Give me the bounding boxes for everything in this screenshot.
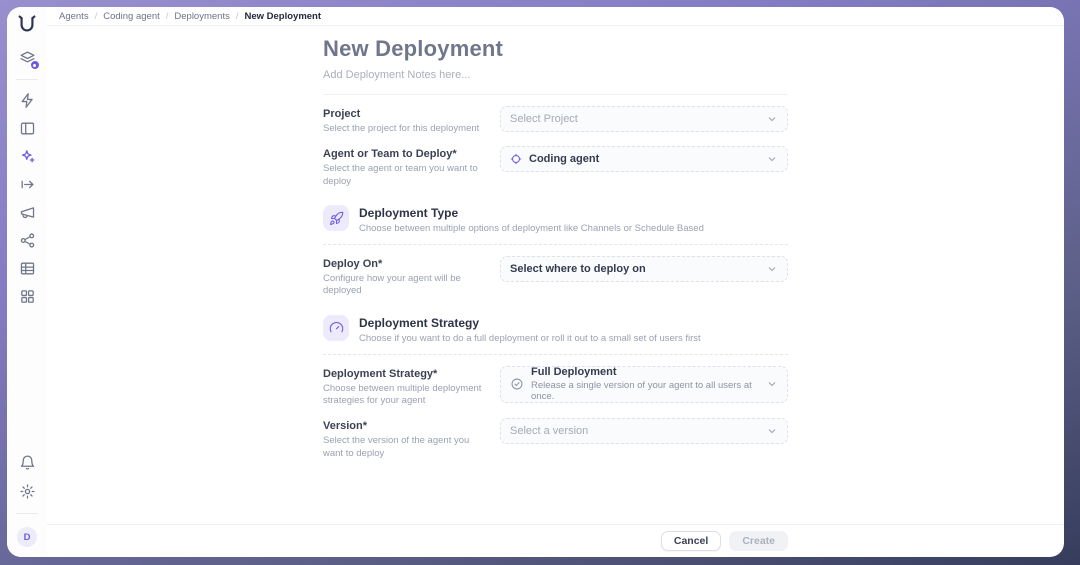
sidebar-divider bbox=[16, 513, 38, 514]
deploy-on-label: Deploy On* bbox=[323, 256, 500, 270]
create-button[interactable]: Create bbox=[729, 531, 788, 551]
project-select[interactable]: Select Project bbox=[500, 106, 788, 132]
strategy-description: Choose between multiple deployment strat… bbox=[323, 383, 500, 408]
sidebar-nav bbox=[16, 50, 38, 305]
strategy-field-row: Deployment Strategy* Choose between mult… bbox=[323, 366, 788, 408]
version-field-row: Version* Select the version of the agent… bbox=[323, 418, 788, 460]
strategy-select-value: Full Deployment bbox=[531, 366, 617, 378]
project-select-placeholder: Select Project bbox=[510, 113, 766, 125]
chevron-down-icon bbox=[766, 425, 778, 437]
agents-notification-badge bbox=[30, 60, 40, 70]
breadcrumb: Agents / Coding agent / Deployments / Ne… bbox=[59, 11, 321, 22]
panel-layout-icon[interactable] bbox=[19, 120, 36, 137]
strategy-select-description: Release a single version of your agent t… bbox=[531, 380, 766, 402]
breadcrumb-separator: / bbox=[236, 11, 239, 22]
agent-select-value: Coding agent bbox=[529, 153, 766, 165]
cancel-button[interactable]: Cancel bbox=[661, 531, 721, 551]
deployment-strategy-title: Deployment Strategy bbox=[359, 315, 701, 330]
arrow-forward-icon[interactable] bbox=[19, 176, 36, 193]
deployment-type-title: Deployment Type bbox=[359, 205, 704, 220]
agents-icon[interactable] bbox=[19, 50, 36, 67]
crosshair-agent-icon bbox=[510, 153, 522, 165]
project-label: Project bbox=[323, 106, 500, 120]
breadcrumb-deployments[interactable]: Deployments bbox=[174, 11, 229, 22]
version-label: Version* bbox=[323, 418, 500, 432]
main-area: Agents / Coding agent / Deployments / Ne… bbox=[47, 7, 1064, 557]
chevron-down-icon bbox=[766, 263, 778, 275]
divider bbox=[323, 94, 788, 95]
version-select[interactable]: Select a version bbox=[500, 418, 788, 444]
window-frame: D Agents / Coding agent / Deployments / … bbox=[0, 0, 1080, 565]
gear-icon[interactable] bbox=[19, 483, 36, 500]
bell-icon[interactable] bbox=[19, 454, 36, 471]
app-window: D Agents / Coding agent / Deployments / … bbox=[7, 7, 1064, 557]
chevron-down-icon bbox=[766, 113, 778, 125]
sidebar-divider bbox=[16, 79, 38, 80]
agent-label: Agent or Team to Deploy* bbox=[323, 146, 500, 160]
page-content: New Deployment Add Deployment Notes here… bbox=[47, 26, 1064, 524]
deployment-type-section: Deployment Type Choose between multiple … bbox=[323, 205, 788, 234]
breadcrumb-separator: / bbox=[95, 11, 98, 22]
dashed-divider bbox=[323, 354, 788, 355]
deployment-strategy-description: Choose if you want to do a full deployme… bbox=[359, 333, 701, 344]
deploy-on-field-row: Deploy On* Configure how your agent will… bbox=[323, 256, 788, 298]
dashed-divider bbox=[323, 244, 788, 245]
user-avatar[interactable]: D bbox=[17, 527, 37, 547]
check-circle-icon bbox=[510, 377, 524, 391]
sidebar: D bbox=[7, 7, 47, 557]
agent-description: Select the agent or team you want to dep… bbox=[323, 163, 500, 188]
breadcrumb-separator: / bbox=[166, 11, 169, 22]
chevron-down-icon bbox=[766, 378, 778, 390]
agent-select[interactable]: Coding agent bbox=[500, 146, 788, 172]
sparkles-icon[interactable] bbox=[19, 148, 36, 165]
sidebar-bottom: D bbox=[16, 454, 38, 547]
page-title: New Deployment bbox=[323, 36, 788, 62]
zap-icon[interactable] bbox=[19, 92, 36, 109]
strategy-label: Deployment Strategy* bbox=[323, 366, 500, 380]
project-field-row: Project Select the project for this depl… bbox=[323, 106, 788, 135]
gauge-icon bbox=[323, 315, 349, 341]
deploy-on-select-value: Select where to deploy on bbox=[510, 263, 766, 275]
deployment-type-description: Choose between multiple options of deplo… bbox=[359, 223, 704, 234]
apps-grid-icon[interactable] bbox=[19, 288, 36, 305]
agent-field-row: Agent or Team to Deploy* Select the agen… bbox=[323, 146, 788, 188]
breadcrumb-coding-agent[interactable]: Coding agent bbox=[103, 11, 160, 22]
topbar: Agents / Coding agent / Deployments / Ne… bbox=[47, 7, 1064, 26]
project-description: Select the project for this deployment bbox=[323, 123, 500, 135]
app-logo-icon[interactable] bbox=[14, 12, 40, 38]
deployment-notes-input[interactable]: Add Deployment Notes here... bbox=[323, 69, 788, 81]
deployment-strategy-section: Deployment Strategy Choose if you want t… bbox=[323, 315, 788, 344]
footer-bar: Cancel Create bbox=[47, 524, 1064, 557]
breadcrumb-current: New Deployment bbox=[244, 11, 321, 22]
megaphone-icon[interactable] bbox=[19, 204, 36, 221]
version-select-placeholder: Select a version bbox=[510, 425, 766, 437]
deploy-on-select[interactable]: Select where to deploy on bbox=[500, 256, 788, 282]
version-description: Select the version of the agent you want… bbox=[323, 435, 500, 460]
chevron-down-icon bbox=[766, 153, 778, 165]
strategy-select[interactable]: Full Deployment Release a single version… bbox=[500, 366, 788, 403]
share-icon[interactable] bbox=[19, 232, 36, 249]
breadcrumb-agents[interactable]: Agents bbox=[59, 11, 89, 22]
rocket-icon bbox=[323, 205, 349, 231]
table-icon[interactable] bbox=[19, 260, 36, 277]
deploy-on-description: Configure how your agent will be deploye… bbox=[323, 273, 500, 298]
